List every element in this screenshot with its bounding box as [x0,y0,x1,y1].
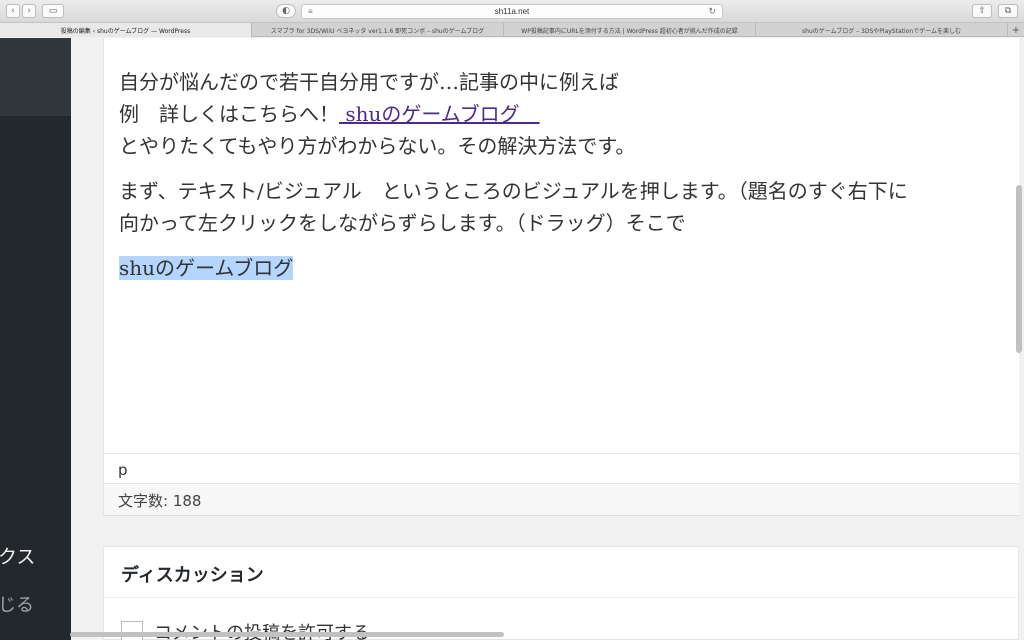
editor-content[interactable]: 自分が悩んだので若干自分用ですが…記事の中に例えば 例 詳しくはこちらへ！ sh… [119,66,1024,297]
discussion-box: ディスカッション コメントの投稿を許可する [103,546,1020,640]
tabs-overview-icon[interactable]: ⧉ [998,4,1018,18]
tab-smash-article[interactable]: スマブラ for 3DS/WiiU ベヨネッタ ver1.1.6 即死コンボ –… [252,23,504,37]
sidebar-collapse-menu[interactable]: じる [0,591,34,617]
allow-comments-checkbox[interactable] [121,621,143,640]
word-count: 文字数: 188 [103,484,1019,516]
discussion-title[interactable]: ディスカッション [121,561,264,587]
browser-toolbar: ‹ › ▭ ◐ ≡ sh11a.net ↻ ⇧ ⧉ [0,0,1024,23]
element-path[interactable]: p [103,454,1019,484]
post-editor[interactable]: 自分が悩んだので若干自分用ですが…記事の中に例えば 例 詳しくはこちらへ！ sh… [103,38,1019,454]
new-tab-button[interactable]: + [1008,23,1024,37]
address-bar[interactable]: ≡ sh11a.net ↻ [301,4,723,19]
sidebar-toggle-icon[interactable]: ▭ [42,4,64,18]
paragraph-1: 自分が悩んだので若干自分用ですが…記事の中に例えば 例 詳しくはこちらへ！ sh… [119,70,636,158]
horizontal-scrollbar[interactable] [70,632,504,637]
tab-blog-home[interactable]: shuのゲームブログ – 3DSやPlayStationでゲームを楽しむ [756,23,1008,37]
admin-sidebar: クス じる [0,38,71,640]
reader-icon[interactable]: ≡ [308,7,313,16]
tab-bar: 投稿の編集 ‹ shuのゲームブログ — WordPress スマブラ for … [0,23,1024,37]
divider [104,597,1020,598]
share-extension-icon[interactable]: ◐ [276,4,296,18]
forward-icon[interactable]: › [22,4,36,18]
blog-link[interactable]: shuのゲームブログ [339,102,540,126]
sidebar-active-section[interactable] [0,38,71,116]
back-icon[interactable]: ‹ [6,4,20,18]
paragraph-2: まず、テキスト/ビジュアル というところのビジュアルを押します。（題名のすぐ右下… [119,179,908,235]
selected-text[interactable]: shuのゲームブログ [119,256,294,280]
sidebar-item-partial[interactable]: クス [0,542,35,569]
paragraph-3: shuのゲームブログ [119,252,1024,284]
reload-icon[interactable]: ↻ [708,6,716,17]
vertical-scrollbar[interactable] [1016,185,1022,353]
url-text: sh11a.net [494,7,530,16]
tab-edit-post[interactable]: 投稿の編集 ‹ shuのゲームブログ — WordPress [0,23,252,37]
tab-wp-url-article[interactable]: WP投稿記事内にURLを添付する方法 | WordPress 超初心者が挑んだ作… [504,23,756,37]
share-icon[interactable]: ⇧ [972,4,992,18]
